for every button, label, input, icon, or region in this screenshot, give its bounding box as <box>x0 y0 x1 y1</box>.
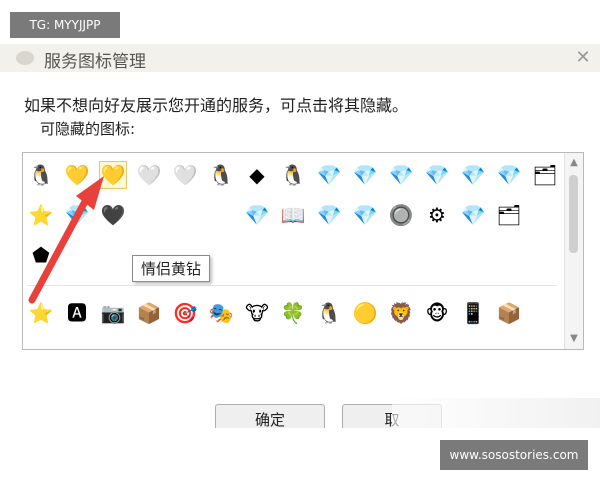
service-icon[interactable]: 🐧 <box>279 161 307 189</box>
window-title: 服务图标管理 <box>44 52 146 72</box>
service-icon[interactable]: 🦁 <box>387 299 415 327</box>
service-icon[interactable]: 🎭 <box>207 299 235 327</box>
service-icon[interactable]: 🐧 <box>27 161 55 189</box>
service-icon[interactable]: 💎 <box>387 161 415 189</box>
service-icon[interactable]: 💎 <box>243 201 271 229</box>
title-bar: 服务图标管理 ✕ <box>0 44 600 72</box>
description-text: 如果不想向好友展示您开通的服务，可点击将其隐藏。 <box>24 96 409 115</box>
vertical-scrollbar[interactable]: ▲ ▼ <box>564 153 583 349</box>
bottom-right-tag: www.sosostories.com <box>440 440 588 470</box>
icon-panel: 🐧 💛 💛 🤍 🤍 🐧 ◆ 🐧 💎 💎 💎 💎 💎 💎 🗂 ⭐ 💎 🖤 💎 📖 💎 💎 🔘 ⚙ 💎 🗂 ⬟ ⭐ 🅰 📷 📦 🎯 🎭 🐮 🍀 🐧 🟡 🦁 🐵 📱… <box>22 152 584 350</box>
service-icon[interactable]: ◆ <box>243 161 271 189</box>
service-icon[interactable]: 📷 <box>99 299 127 327</box>
service-icon[interactable]: 🐧 <box>207 161 235 189</box>
service-icon[interactable]: 📖 <box>279 201 307 229</box>
service-icon[interactable]: 💎 <box>315 161 343 189</box>
service-icon[interactable]: 💎 <box>63 201 91 229</box>
service-icon[interactable]: 🐵 <box>423 299 451 327</box>
service-icon[interactable]: 💎 <box>315 201 343 229</box>
scroll-up-icon[interactable]: ▲ <box>568 157 580 169</box>
service-icon[interactable]: 🔘 <box>387 201 415 229</box>
service-icon[interactable]: 🖤 <box>99 201 127 229</box>
service-icon[interactable]: 💎 <box>495 161 523 189</box>
service-icon[interactable]: 💛 <box>63 161 91 189</box>
window-icon <box>16 51 34 65</box>
service-icon[interactable]: ⚙ <box>423 201 451 229</box>
service-icon[interactable]: 📱 <box>459 299 487 327</box>
scroll-thumb[interactable] <box>569 175 578 253</box>
section-divider <box>27 285 557 286</box>
service-icon[interactable]: 🗂 <box>531 161 559 189</box>
service-icon[interactable]: 🍀 <box>279 299 307 327</box>
service-icon-manager-window: 服务图标管理 ✕ 如果不想向好友展示您开通的服务，可点击将其隐藏。 可隐藏的图标… <box>0 44 600 428</box>
top-left-tag: TG: MYYJJPP <box>10 12 120 38</box>
service-icon[interactable]: ⭐ <box>27 201 55 229</box>
service-icon[interactable]: 💛 <box>99 161 127 189</box>
hideable-icons-label: 可隐藏的图标: <box>40 120 136 138</box>
close-icon[interactable]: ✕ <box>572 47 594 69</box>
scroll-down-icon[interactable]: ▼ <box>568 333 580 345</box>
service-icon[interactable]: 💎 <box>459 161 487 189</box>
service-icon[interactable]: 🅰 <box>63 299 91 327</box>
service-icon[interactable]: 📦 <box>135 299 163 327</box>
service-icon[interactable]: 🐮 <box>243 299 271 327</box>
service-icon[interactable]: 🟡 <box>351 299 379 327</box>
service-icon[interactable]: 🐧 <box>315 299 343 327</box>
service-icon[interactable]: 💎 <box>423 161 451 189</box>
service-icon[interactable]: 🤍 <box>135 161 163 189</box>
ok-button[interactable]: 确定 <box>215 404 325 428</box>
service-icon[interactable]: 💎 <box>459 201 487 229</box>
service-icon[interactable]: 🤍 <box>171 161 199 189</box>
service-icon[interactable]: 📦 <box>495 299 523 327</box>
fade-overlay <box>392 398 600 428</box>
service-icon[interactable]: 🗂 <box>495 201 523 229</box>
icon-tooltip: 情侣黄钻 <box>132 255 211 282</box>
service-icon[interactable]: ⬟ <box>27 241 55 269</box>
service-icon[interactable]: ⭐ <box>27 299 55 327</box>
service-icon[interactable]: 💎 <box>351 161 379 189</box>
service-icon[interactable]: 🎯 <box>171 299 199 327</box>
service-icon[interactable]: 💎 <box>351 201 379 229</box>
